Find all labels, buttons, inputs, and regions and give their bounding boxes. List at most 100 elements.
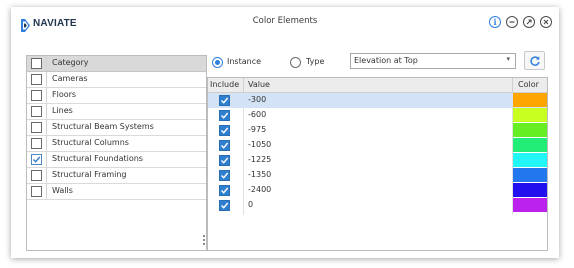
value-cell: -300 [248,95,267,104]
category-checkbox[interactable] [31,138,42,149]
color-table: Include Value Color -300 -600 -975 -1050 [207,77,548,251]
color-swatch[interactable] [513,198,547,212]
parameter-select-value: Elevation at Top [354,56,418,65]
color-swatch[interactable] [513,93,547,107]
restore-button[interactable] [523,16,535,28]
category-label: Structural Columns [52,138,129,147]
restore-icon [526,19,532,25]
checkmark-icon [221,202,229,209]
column-divider [243,78,244,93]
type-radio[interactable] [290,57,301,68]
category-checkbox[interactable] [31,170,42,181]
category-header-label: Category [52,58,89,67]
checkmark-icon [221,172,229,179]
category-item-structural-foundations[interactable]: Structural Foundations [27,152,206,168]
include-checkbox[interactable] [219,110,230,121]
table-row[interactable]: -300 [208,93,547,108]
category-checkbox[interactable] [31,106,42,117]
value-cell: -1225 [248,155,272,164]
refresh-icon [530,56,540,66]
color-elements-window: NAVIATE Color Elements i Category Camera… [11,7,559,258]
checkmark-icon [221,112,229,119]
category-item-structural-framing[interactable]: Structural Framing [27,168,206,184]
pane-splitter[interactable] [203,235,205,245]
category-checkbox[interactable] [31,122,42,133]
column-divider [46,72,47,87]
category-label: Structural Foundations [52,154,143,163]
include-checkbox[interactable] [219,200,230,211]
color-column-header: Color [518,80,539,89]
category-label: Cameras [52,74,88,83]
include-checkbox[interactable] [219,155,230,166]
category-label: Structural Framing [52,170,127,179]
table-row[interactable]: -1350 [208,168,547,183]
category-item-walls[interactable]: Walls [27,184,206,200]
color-swatch[interactable] [513,153,547,167]
value-cell: -1350 [248,170,272,179]
minimize-button[interactable] [506,16,518,28]
value-column-header: Value [248,80,270,89]
type-label: Type [306,57,325,66]
column-divider [46,88,47,103]
refresh-button[interactable] [524,51,545,70]
title-bar: NAVIATE Color Elements i [11,7,559,37]
table-row[interactable]: -1225 [208,153,547,168]
table-row[interactable]: -2400 [208,183,547,198]
value-cell: -600 [248,110,267,119]
column-divider [46,136,47,151]
table-row[interactable]: -1050 [208,138,547,153]
column-divider [46,152,47,167]
color-swatch[interactable] [513,138,547,152]
include-checkbox[interactable] [219,125,230,136]
color-swatch[interactable] [513,108,547,122]
category-checkbox[interactable] [31,90,42,101]
category-item-structural-beam-systems[interactable]: Structural Beam Systems [27,120,206,136]
column-divider [512,78,513,93]
checkmark-icon [221,142,229,149]
value-cell: 0 [248,200,254,209]
color-swatch[interactable] [513,183,547,197]
column-divider [46,120,47,135]
category-item-structural-columns[interactable]: Structural Columns [27,136,206,152]
category-label: Walls [52,186,73,195]
include-checkbox[interactable] [219,170,230,181]
include-checkbox[interactable] [219,140,230,151]
instance-label: Instance [227,57,262,66]
category-checkbox[interactable] [31,186,42,197]
category-header: Category [27,56,206,72]
category-label: Structural Beam Systems [52,122,154,131]
column-divider [46,56,47,71]
checkmark-icon [221,157,229,164]
include-checkbox[interactable] [219,95,230,106]
table-header: Include Value Color [208,78,547,93]
category-list: Category Cameras Floors Lines Structural… [26,55,207,251]
color-swatch[interactable] [513,168,547,182]
category-item-floors[interactable]: Floors [27,88,206,104]
include-column-header: Include [210,80,240,89]
table-row[interactable]: 0 [208,198,547,213]
info-icon: i [493,17,497,27]
parameter-select[interactable]: Elevation at Top ▾ [350,53,516,69]
include-checkbox[interactable] [219,185,230,196]
column-divider [46,184,47,199]
category-label: Lines [52,106,73,115]
info-button[interactable]: i [489,16,501,28]
checkmark-icon [221,187,229,194]
value-cell: -975 [248,125,267,134]
minimize-icon [509,21,515,23]
checkmark-icon [221,97,229,104]
table-row[interactable]: -600 [208,108,547,123]
table-row[interactable]: -975 [208,123,547,138]
color-swatch[interactable] [513,123,547,137]
category-item-lines[interactable]: Lines [27,104,206,120]
close-button[interactable] [540,16,552,28]
dropdown-arrow-icon: ▾ [506,55,510,63]
category-checkbox[interactable] [31,74,42,85]
checkmark-icon [221,127,229,134]
category-item-cameras[interactable]: Cameras [27,72,206,88]
checkmark-icon [33,156,41,163]
select-all-checkbox[interactable] [31,58,42,69]
category-checkbox-checked[interactable] [31,154,42,165]
value-cell: -1050 [248,140,272,149]
instance-radio[interactable] [212,57,223,68]
